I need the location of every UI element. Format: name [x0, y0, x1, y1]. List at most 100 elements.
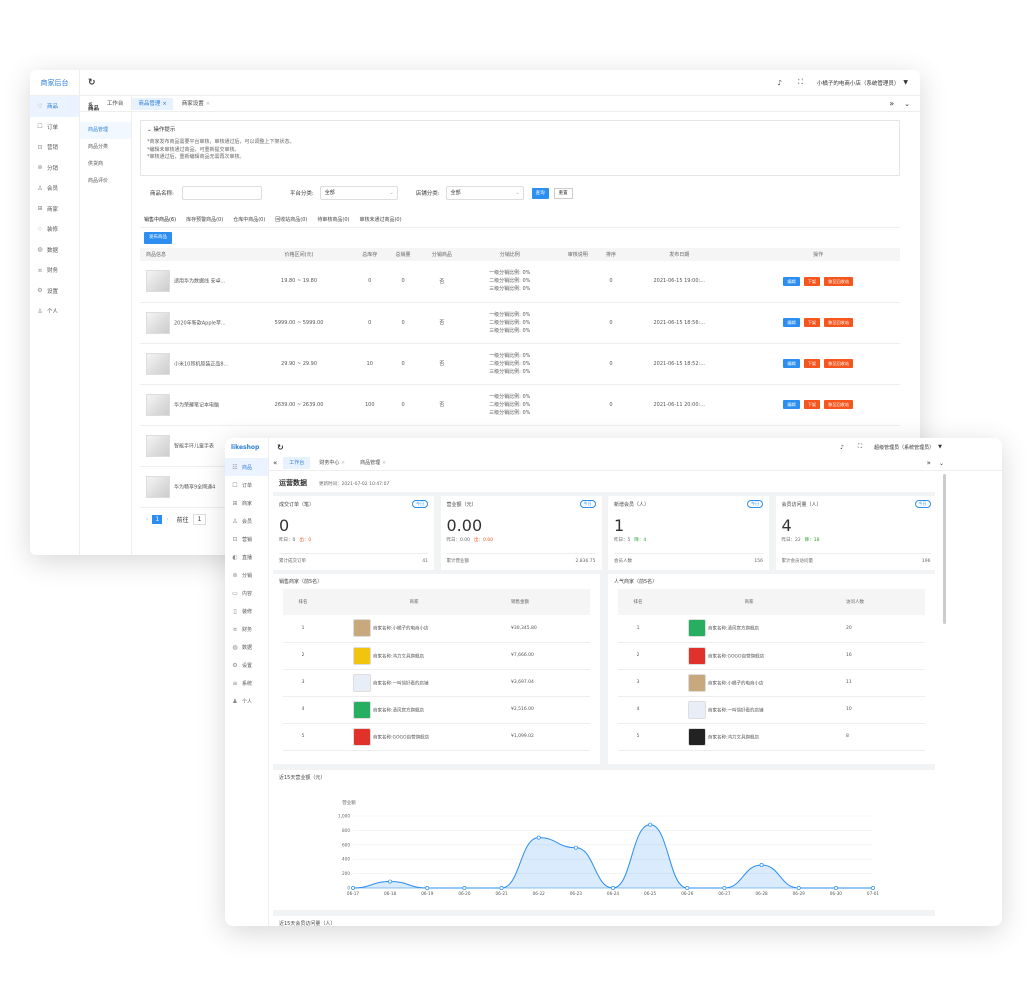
- sidebar-item-12[interactable]: ≡ 系统: [225, 674, 268, 692]
- edit-button[interactable]: 编辑: [783, 359, 800, 368]
- unshelve-button[interactable]: 下架: [803, 400, 821, 409]
- table-row[interactable]: 2 商家名称:GOGO自营旗舰店 16: [618, 642, 925, 670]
- sub-menu-supplier[interactable]: 供货商: [80, 156, 131, 173]
- recycle-button[interactable]: 移至回收站: [824, 359, 854, 368]
- caret-down-icon[interactable]: ▼: [938, 444, 942, 450]
- close-icon[interactable]: ×: [341, 460, 345, 466]
- sidebar-item-3[interactable]: ♙ 会员: [225, 512, 268, 530]
- publish-goods-button[interactable]: 发布商品: [144, 232, 172, 244]
- chevron-down-icon[interactable]: ⌄: [904, 100, 910, 108]
- recycle-button[interactable]: 移至回收站: [824, 276, 854, 286]
- status-tab[interactable]: 库存预警商品(0): [186, 216, 223, 223]
- more-tabs-icon[interactable]: »: [927, 459, 931, 467]
- goods-name-input[interactable]: [181, 186, 262, 200]
- edit-button[interactable]: 编辑: [783, 318, 800, 327]
- goods-name[interactable]: 2020年新款Apple苹...: [174, 320, 226, 326]
- status-tab[interactable]: 审核未通过商品(0): [359, 216, 401, 223]
- tab-finance[interactable]: 财务中心 ×: [313, 457, 351, 469]
- sidebar-item-7[interactable]: ◍ 数据: [30, 240, 79, 261]
- status-tab[interactable]: 销售中商品(6): [144, 216, 176, 223]
- scrollbar[interactable]: [943, 474, 946, 624]
- goods-name[interactable]: 华为畅享9全网通4: [174, 484, 215, 490]
- bell-icon[interactable]: ♪: [777, 79, 781, 87]
- prev-page-icon[interactable]: ‹: [146, 516, 148, 523]
- fullscreen-icon[interactable]: ⛶: [798, 78, 803, 87]
- table-row[interactable]: 小米10耳机原装正品8... 29.90 ~ 29.90 10 0 否一级分销比例: 0…: [140, 343, 900, 385]
- status-tab[interactable]: 仓库中商品(0): [233, 216, 265, 223]
- sub-menu-goods-category[interactable]: 商品分类: [80, 139, 131, 156]
- sidebar-item-3[interactable]: ⊚ 分销: [30, 158, 79, 179]
- table-row[interactable]: 3 商家名称:小橘子的电商小店 11: [618, 669, 925, 697]
- fullscreen-icon[interactable]: ⛶: [858, 443, 862, 451]
- close-icon[interactable]: ×: [382, 460, 386, 466]
- sidebar-item-10[interactable]: ♙ 个人: [30, 301, 79, 322]
- sidebar-item-1[interactable]: ☐ 订单: [225, 476, 268, 494]
- user-name[interactable]: 小橘子的电商小店（系统管理员）: [817, 79, 900, 87]
- table-row[interactable]: 1 商家名称:小橘子的电商小店 ¥30,345.80: [283, 615, 590, 643]
- bell-icon[interactable]: ♪: [840, 444, 844, 451]
- sidebar-item-10[interactable]: ◍ 数据: [225, 638, 268, 656]
- recycle-button[interactable]: 移至回收站: [824, 400, 854, 409]
- reset-button[interactable]: 重置: [553, 187, 573, 199]
- table-row[interactable]: 1 商家名称:清风官方旗舰店 20: [618, 615, 925, 643]
- tab-goods-manage[interactable]: 商品管理 ×: [132, 97, 173, 110]
- table-row[interactable]: 5 商家名称:鸿力文具旗舰店 8: [618, 723, 925, 751]
- sidebar-item-0[interactable]: ☷ 商品: [225, 458, 268, 476]
- platform-select[interactable]: 全部 ⌄: [319, 186, 398, 200]
- sidebar-item-5[interactable]: ⊞ 商家: [30, 199, 79, 220]
- close-icon[interactable]: ×: [206, 101, 211, 107]
- goods-name[interactable]: 适用华为数据线 安卓...: [174, 279, 225, 285]
- more-tabs-icon[interactable]: »: [889, 99, 894, 108]
- sidebar-item-2[interactable]: ⊡ 营销: [30, 137, 79, 158]
- sidebar-item-4[interactable]: ⊡ 营销: [225, 530, 268, 548]
- sidebar-item-6[interactable]: ⊚ 分销: [225, 566, 268, 584]
- unshelve-button[interactable]: 下架: [803, 318, 821, 327]
- chevron-down-icon[interactable]: ⌄: [939, 460, 944, 467]
- sub-menu-goods-review[interactable]: 商品评价: [80, 173, 131, 190]
- recycle-button[interactable]: 移至回收站: [824, 318, 854, 327]
- status-tab[interactable]: 回收站商品(0): [275, 216, 307, 223]
- tips-header[interactable]: ⌄ 操作提示: [147, 125, 893, 133]
- refresh-icon[interactable]: ↻: [277, 443, 284, 452]
- search-button[interactable]: 查询: [531, 187, 549, 199]
- unshelve-button[interactable]: 下架: [803, 276, 821, 286]
- table-row[interactable]: 2020年新款Apple苹... 5999.00 ~ 5999.00 0 0 否一级分销…: [140, 302, 900, 344]
- refresh-icon[interactable]: ↻: [88, 78, 96, 88]
- edit-button[interactable]: 编辑: [783, 400, 800, 409]
- page-current[interactable]: 1: [152, 514, 163, 524]
- user-name[interactable]: 超级管理员（系统管理员）: [874, 444, 934, 451]
- goto-input[interactable]: 1: [192, 513, 207, 525]
- tab-workbench[interactable]: 工作台: [283, 457, 311, 469]
- table-row[interactable]: 2 商家名称:鸿力文具旗舰店 ¥7,666.00: [283, 642, 590, 670]
- goods-name[interactable]: 华为荣耀笔记本电脑: [174, 402, 219, 408]
- unshelve-button[interactable]: 下架: [803, 359, 821, 368]
- edit-button[interactable]: 编辑: [783, 276, 800, 286]
- caret-down-icon[interactable]: ▼: [903, 79, 908, 86]
- sidebar-item-11[interactable]: ⚙ 设置: [225, 656, 268, 674]
- sidebar-item-8[interactable]: ¤ 财务: [30, 260, 79, 281]
- table-row[interactable]: 5 商家名称:GOGO自营旗舰店 ¥1,099.02: [283, 723, 590, 751]
- table-row[interactable]: 华为荣耀笔记本电脑 2639.00 ~ 2639.00 100 0 否一级分销比例: 0…: [140, 384, 900, 426]
- sidebar-item-1[interactable]: ☐ 订单: [30, 117, 79, 138]
- sidebar-item-4[interactable]: ♙ 会员: [30, 178, 79, 199]
- sidebar-item-7[interactable]: ▭ 内容: [225, 584, 268, 602]
- table-row[interactable]: 适用华为数据线 安卓... 19.80 ~ 19.80 0 0 否一级分销比例: 0% 二…: [140, 261, 900, 303]
- close-icon[interactable]: ×: [162, 101, 167, 107]
- sidebar-item-9[interactable]: ¤ 财务: [225, 620, 268, 638]
- table-row[interactable]: 3 商家名称:一叫惜好看的店铺 ¥3,697.04: [283, 669, 590, 697]
- sub-menu-goods-manage[interactable]: 商品管理: [80, 122, 131, 139]
- sidebar-item-0[interactable]: ♡ 商品: [30, 96, 79, 117]
- next-page-icon[interactable]: ›: [166, 516, 168, 523]
- sidebar-item-8[interactable]: ▯ 装修: [225, 602, 268, 620]
- collapse-icon[interactable]: «: [273, 459, 277, 467]
- table-row[interactable]: 4 商家名称:一叫惜好看的店铺 10: [618, 696, 925, 724]
- sidebar-item-9[interactable]: ⚙ 设置: [30, 281, 79, 302]
- tab-goods[interactable]: 商品管理 ×: [354, 457, 392, 469]
- goods-name[interactable]: 小米10耳机原装正品8...: [174, 361, 228, 367]
- tab-merchant-settings[interactable]: 商家设置 ×: [176, 98, 216, 110]
- goods-name[interactable]: 智能手环儿童手表: [174, 443, 214, 449]
- sidebar-item-5[interactable]: ◐ 直播: [225, 548, 268, 566]
- sidebar-item-6[interactable]: ♢ 装修: [30, 219, 79, 240]
- shop-select[interactable]: 全部 ⌄: [445, 186, 524, 200]
- status-tab[interactable]: 待审核商品(0): [317, 216, 349, 223]
